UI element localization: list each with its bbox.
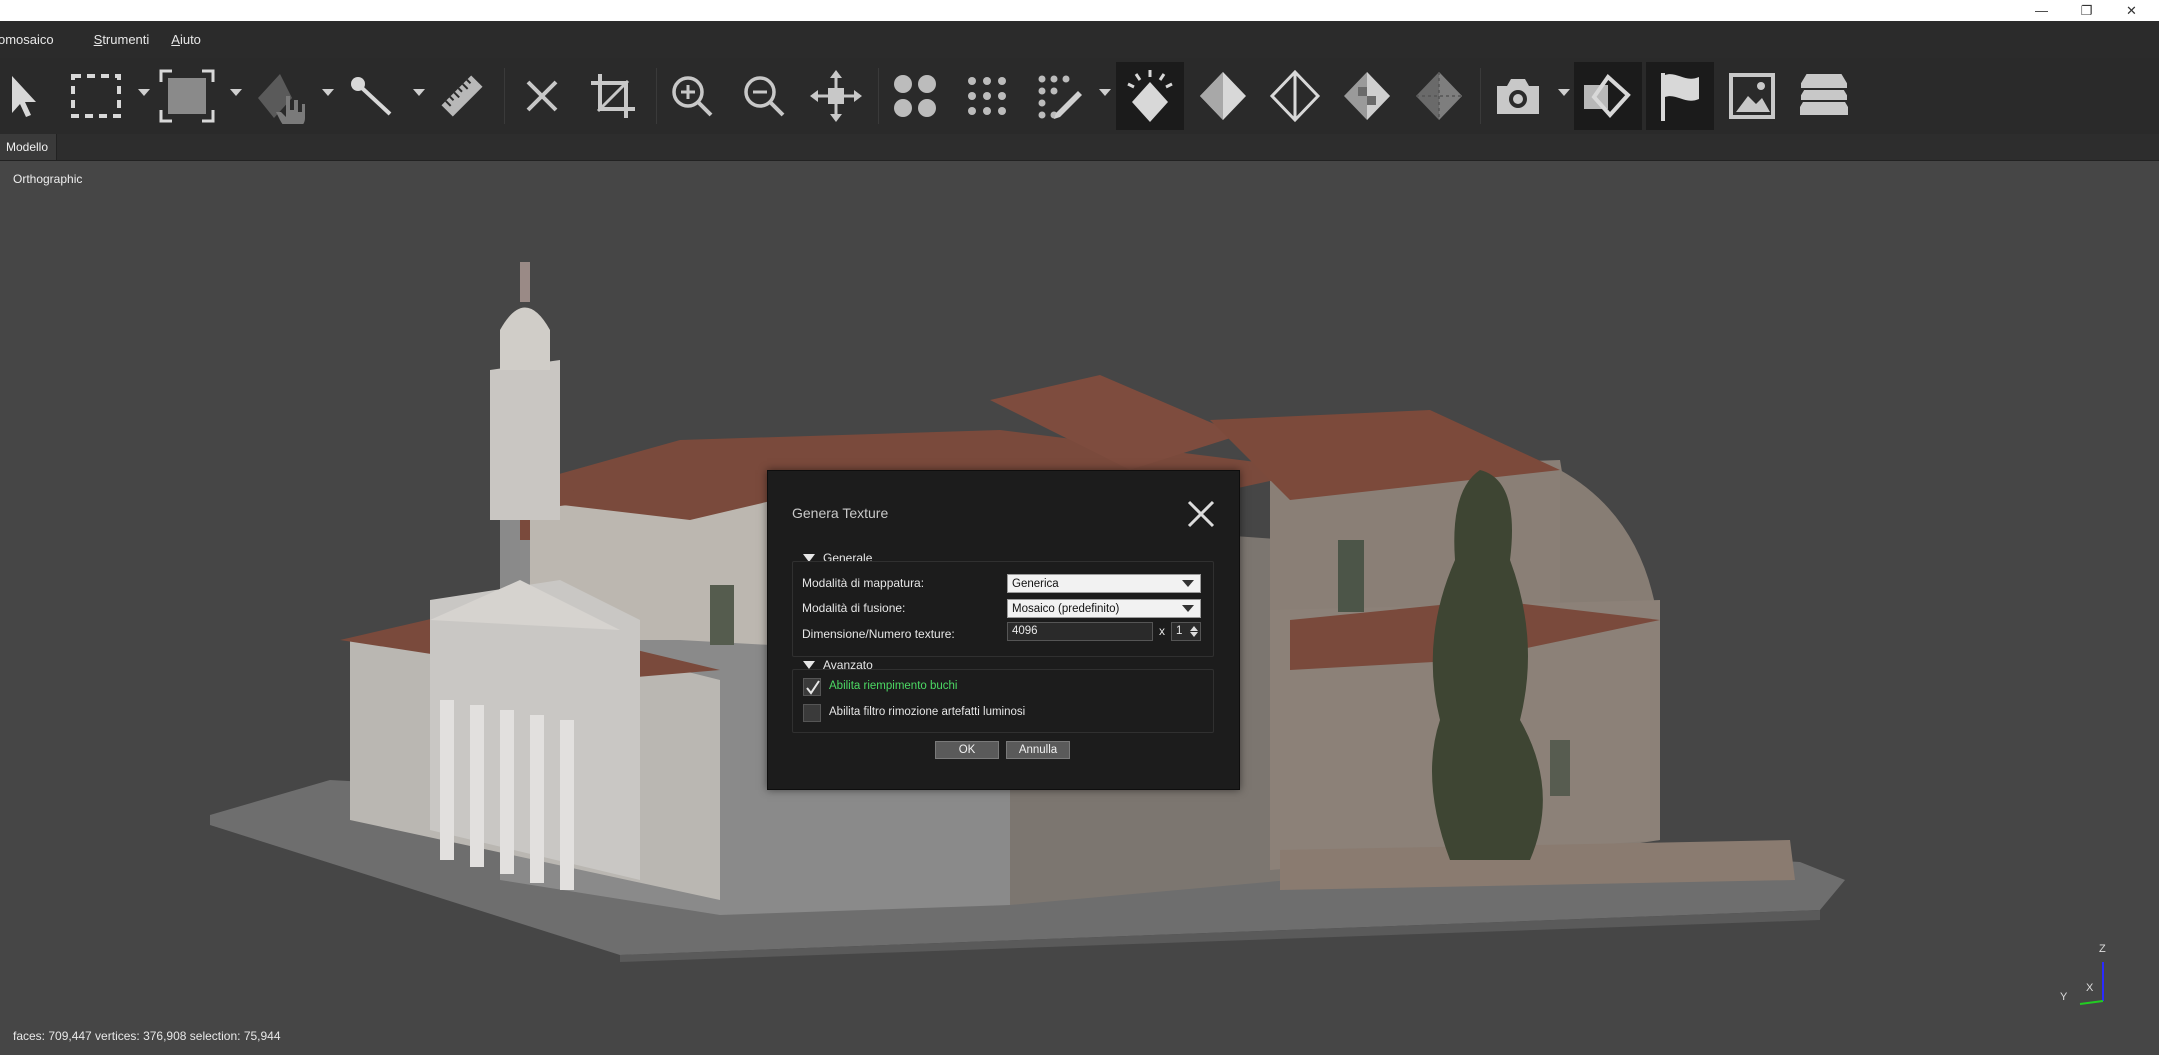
document-tab-bar: Modello — [0, 134, 2159, 161]
box-selection-dropdown[interactable] — [230, 89, 242, 96]
texture-count-value: 1 — [1176, 625, 1183, 637]
minimize-button[interactable]: — — [2019, 0, 2064, 21]
menu-tools[interactable]: Strumenti — [94, 32, 150, 47]
zoom-in-icon[interactable] — [664, 62, 720, 130]
dialog-title: Genera Texture — [792, 505, 889, 521]
box-selection-icon[interactable] — [156, 62, 218, 130]
chevron-down-icon — [1182, 580, 1194, 587]
vertex-color-mesh-icon[interactable] — [1410, 62, 1468, 130]
close-window-button[interactable]: ✕ — [2109, 0, 2154, 21]
spin-up-icon[interactable] — [1190, 626, 1198, 631]
image-icon[interactable] — [1722, 62, 1782, 130]
texture-size-label: Dimensione/Numero texture: — [802, 627, 955, 641]
rectangle-selection-dropdown[interactable] — [138, 89, 150, 96]
spin-down-icon[interactable] — [1190, 632, 1198, 637]
solid-mesh-icon[interactable] — [1194, 62, 1252, 130]
mapping-mode-select[interactable]: Generica — [1007, 574, 1201, 593]
rectangle-selection-icon[interactable] — [62, 62, 130, 130]
axis-x-label: X — [2086, 982, 2094, 994]
hole-filling-checkbox[interactable] — [803, 678, 821, 696]
tab-model[interactable]: Modello — [0, 134, 58, 160]
camera-dropdown[interactable] — [1558, 89, 1570, 96]
brush-dropdown[interactable] — [413, 89, 425, 96]
texture-times-label: x — [1159, 624, 1165, 638]
blending-mode-select[interactable]: Mosaico (predefinito) — [1007, 599, 1201, 618]
ok-button[interactable]: OK — [935, 741, 999, 759]
mapping-mode-value: Generica — [1012, 577, 1059, 590]
mesh-lighting-icon[interactable] — [1116, 62, 1184, 130]
main-toolbar — [0, 58, 2159, 134]
checkmark-icon — [806, 680, 820, 695]
restore-button[interactable]: ❐ — [2064, 0, 2109, 21]
ghosting-filter-checkbox[interactable] — [803, 704, 821, 722]
delete-icon[interactable] — [514, 62, 570, 130]
projection-mode-label: Orthographic — [13, 172, 83, 186]
flag-marker-icon[interactable] — [1646, 62, 1714, 130]
blending-mode-label: Modalità di fusione: — [802, 601, 906, 615]
camera-icon[interactable] — [1488, 62, 1548, 130]
hole-filling-label: Abilita riempimento buchi — [829, 680, 958, 692]
dense-cloud-icon[interactable] — [958, 62, 1016, 130]
generate-texture-dialog: Genera Texture Generale Modalità di mapp… — [767, 470, 1240, 790]
lasso-dropdown[interactable] — [322, 89, 334, 96]
edit-points-icon[interactable] — [1030, 62, 1088, 130]
blending-mode-value: Mosaico (predefinito) — [1012, 602, 1120, 615]
zoom-out-icon[interactable] — [736, 62, 792, 130]
point-cloud-icon[interactable] — [886, 62, 944, 130]
axis-y-label: Y — [2060, 991, 2068, 1003]
textured-mesh-icon[interactable] — [1338, 62, 1396, 130]
collapse-triangle-icon — [803, 661, 815, 669]
texture-size-input[interactable]: 4096 — [1007, 622, 1153, 641]
mapping-mode-label: Modalità di mappatura: — [802, 576, 925, 590]
cancel-button[interactable]: Annulla — [1006, 741, 1070, 759]
menu-bar: omosaico Strumenti Aiuto — [0, 21, 2159, 58]
ruler-icon[interactable] — [434, 62, 490, 130]
advanced-group — [792, 669, 1214, 733]
close-icon[interactable] — [1184, 497, 1218, 531]
edit-points-dropdown[interactable] — [1099, 89, 1111, 96]
shape-tool-icon[interactable] — [1574, 62, 1642, 130]
wireframe-mesh-icon[interactable] — [1266, 62, 1324, 130]
window-title-bar: — ❐ ✕ — [0, 0, 2159, 21]
select-pointer-icon[interactable] — [0, 62, 44, 130]
menu-orthomosaic[interactable]: omosaico — [0, 32, 54, 47]
layers-icon[interactable] — [1794, 62, 1854, 130]
status-text: faces: 709,447 vertices: 376,908 selecti… — [13, 1029, 281, 1043]
crop-icon[interactable] — [584, 62, 642, 130]
move-pivot-icon[interactable] — [806, 62, 866, 130]
texture-count-spinbox[interactable]: 1 — [1171, 622, 1201, 641]
brush-select-icon[interactable] — [340, 62, 402, 130]
menu-help[interactable]: Aiuto — [171, 32, 201, 47]
lasso-pan-icon[interactable] — [250, 62, 312, 130]
chevron-down-icon — [1182, 605, 1194, 612]
axis-z-label: Z — [2099, 943, 2106, 955]
ghosting-filter-label: Abilita filtro rimozione artefatti lumin… — [829, 706, 1026, 718]
